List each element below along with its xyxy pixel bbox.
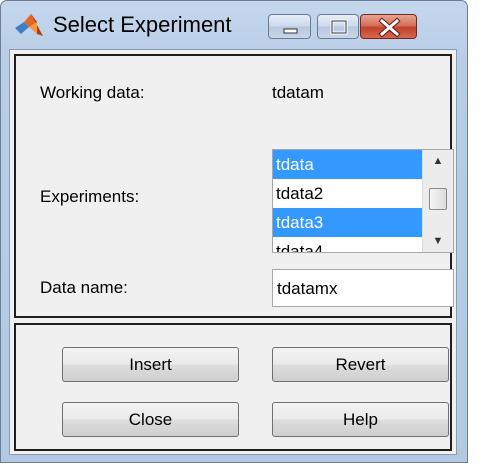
list-item-tdata[interactable]: tdata — [273, 150, 423, 179]
close-window-button[interactable] — [360, 14, 417, 39]
maximize-icon — [330, 19, 348, 35]
matlab-logo-icon — [15, 14, 43, 36]
window-title: Select Experiment — [53, 12, 232, 37]
insert-button[interactable]: Insert — [62, 347, 239, 382]
revert-button[interactable]: Revert — [272, 347, 449, 382]
dialog-content: Working data: tdatam Experiments: tdata … — [9, 49, 457, 455]
working-data-label: Working data: — [40, 83, 145, 102]
experiments-listbox[interactable]: tdata tdata2 tdata3 tdata4 ▲ ▼ — [272, 149, 454, 253]
data-name-label: Data name: — [40, 278, 128, 297]
help-button[interactable]: Help — [272, 402, 449, 437]
scroll-down-arrow-icon[interactable]: ▼ — [423, 230, 453, 252]
experiments-scrollbar[interactable]: ▲ ▼ — [422, 150, 453, 252]
list-item-tdata2[interactable]: tdata2 — [273, 179, 423, 208]
minimize-button[interactable] — [268, 14, 311, 39]
experiments-list: tdata tdata2 tdata3 tdata4 — [273, 150, 423, 252]
button-panel: Insert Revert Close Help — [14, 323, 452, 451]
list-item-tdata4[interactable]: tdata4 — [273, 237, 423, 252]
title-bar[interactable]: Select Experiment — [1, 1, 467, 51]
scrollbar-thumb[interactable] — [429, 188, 447, 210]
select-experiment-window: Select Experiment Working data: tdatam E… — [0, 0, 468, 463]
list-item-tdata3[interactable]: tdata3 — [273, 208, 423, 237]
close-icon — [378, 17, 401, 38]
selection-panel: Working data: tdatam Experiments: tdata … — [14, 54, 454, 318]
maximize-button[interactable] — [317, 14, 359, 39]
data-name-input[interactable]: tdatamx — [272, 269, 454, 307]
working-data-value: tdatam — [272, 83, 324, 102]
close-button[interactable]: Close — [62, 402, 239, 437]
scroll-up-arrow-icon[interactable]: ▲ — [423, 150, 453, 172]
experiments-label: Experiments: — [40, 187, 140, 206]
minimize-icon — [283, 28, 298, 34]
